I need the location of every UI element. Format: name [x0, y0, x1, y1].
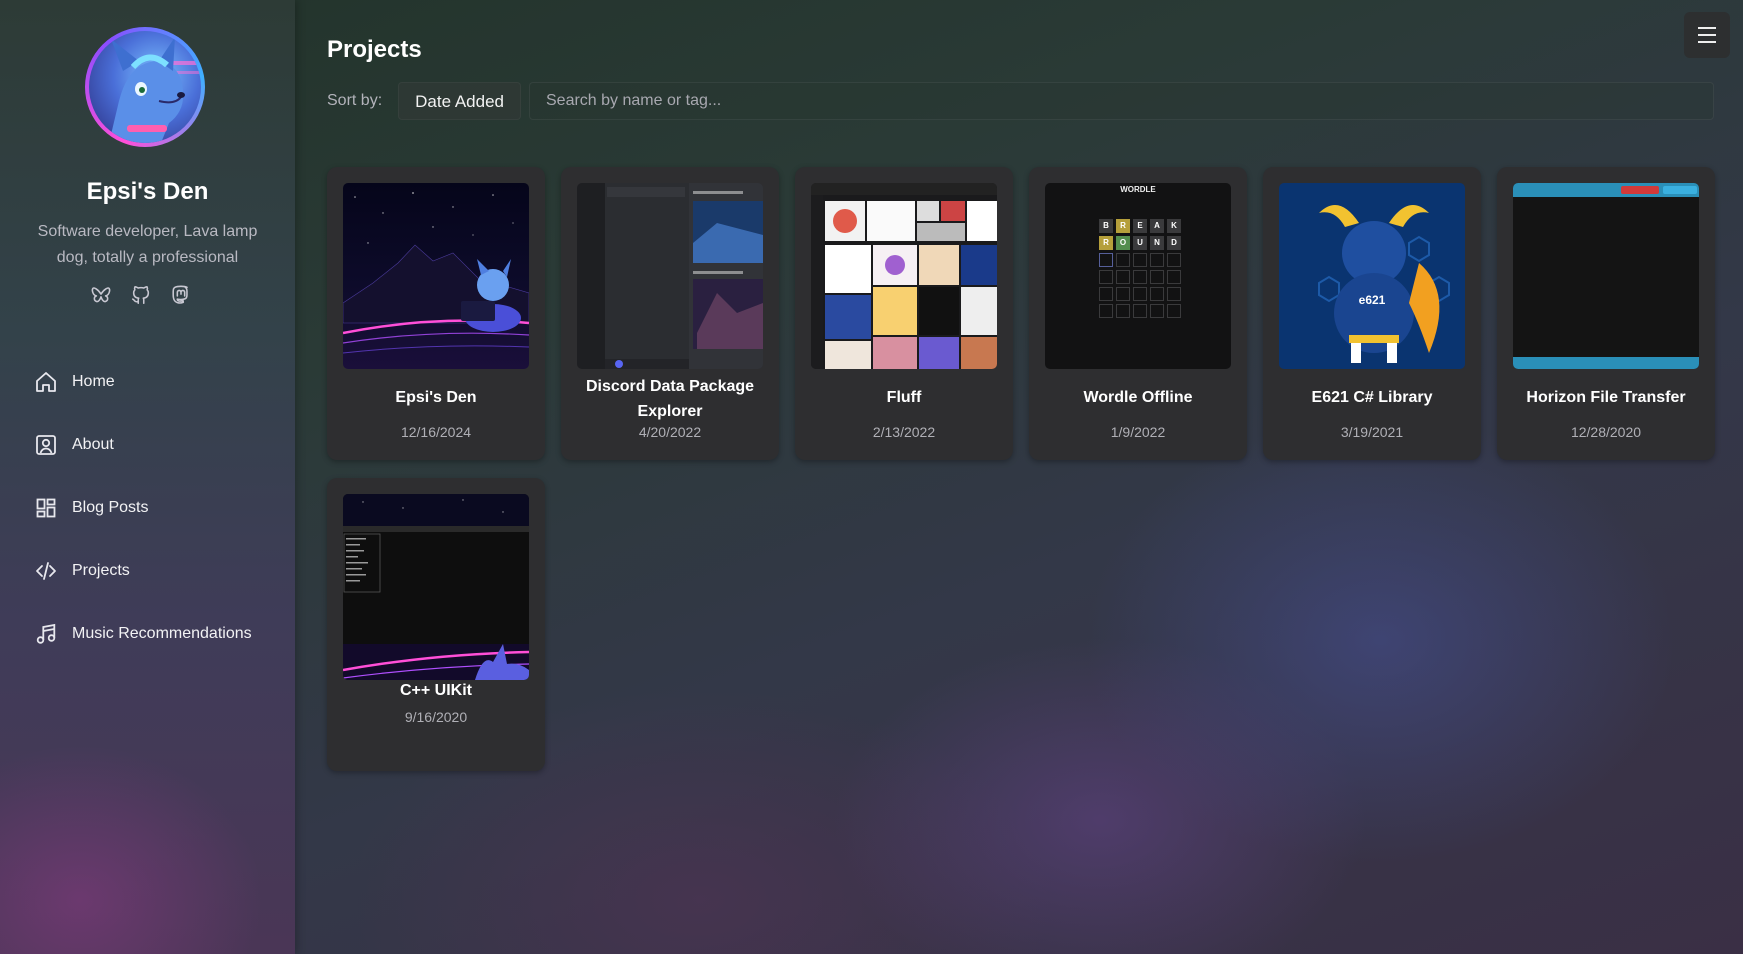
sidebar-item-home[interactable]: Home	[34, 350, 252, 413]
menu-icon-bar	[1698, 27, 1716, 29]
hamburger-menu-button[interactable]	[1684, 12, 1730, 58]
sidebar-item-about[interactable]: About	[34, 413, 252, 476]
mastodon-icon[interactable]	[170, 284, 192, 306]
wordle-tile: U	[1133, 236, 1147, 250]
site-description: Software developer, Lava lamp dog, total…	[37, 223, 258, 266]
code-icon	[36, 561, 56, 580]
wordle-tile: R	[1099, 236, 1113, 250]
avatar-image	[89, 31, 201, 143]
menu-icon-bar	[1698, 34, 1716, 36]
project-date: 12/28/2020	[1570, 424, 1642, 440]
wordle-tile: A	[1150, 219, 1164, 233]
project-thumbnail	[343, 494, 529, 680]
project-date: 4/20/2022	[638, 424, 702, 440]
avatar[interactable]	[85, 27, 205, 147]
sidebar-item-projects[interactable]: Projects	[34, 539, 252, 602]
wordle-tile: O	[1116, 236, 1130, 250]
project-thumbnail: e621	[1279, 183, 1465, 369]
project-thumbnail	[343, 183, 529, 369]
user-portrait-icon	[36, 434, 56, 455]
project-card[interactable]: Discord Data Package Explorer 4/20/2022	[561, 167, 779, 460]
wordle-tile: B	[1099, 219, 1113, 233]
sidebar-item-label: Projects	[72, 561, 130, 579]
project-title: C++ UIKit	[399, 682, 472, 699]
sidebar-item-music-recommendations[interactable]: Music Recommendations	[34, 602, 252, 665]
project-thumbnail	[1513, 183, 1699, 369]
sidebar-nav: Home About Blog Posts Projects Music Rec…	[34, 350, 252, 665]
sidebar-item-label: About	[72, 435, 114, 453]
page-title: Projects	[327, 36, 422, 63]
sidebar-item-label: Blog Posts	[72, 498, 149, 516]
project-title: Wordle Offline	[1083, 389, 1193, 406]
project-card[interactable]: Epsi's Den 12/16/2024	[327, 167, 545, 460]
project-title: Discord Data Package Explorer	[585, 378, 755, 420]
github-icon[interactable]	[130, 284, 152, 306]
project-date: 1/9/2022	[1110, 424, 1166, 440]
sort-label: Sort by:	[327, 92, 383, 109]
project-title: Horizon File Transfer	[1526, 389, 1686, 406]
social-links	[90, 284, 192, 306]
project-date: 2/13/2022	[872, 424, 936, 440]
wordle-tile: N	[1150, 236, 1164, 250]
wordle-tile: K	[1167, 219, 1181, 233]
project-thumbnail: WORDLE B R E A K R O U N D	[1045, 183, 1231, 369]
e621-logo-text: e621	[1358, 293, 1386, 307]
project-card[interactable]: Horizon File Transfer 12/28/2020	[1497, 167, 1715, 460]
project-card[interactable]: Fluff 2/13/2022	[795, 167, 1013, 460]
sidebar: Epsi's Den Software developer, Lava lamp…	[0, 0, 295, 954]
sidebar-item-label: Music Recommendations	[72, 624, 252, 642]
wordle-grid: B R E A K R O U N D	[1099, 219, 1181, 250]
search-input[interactable]	[529, 82, 1714, 120]
project-date: 3/19/2021	[1340, 424, 1404, 440]
music-note-icon	[36, 623, 56, 644]
site-title: Epsi's Den	[86, 178, 209, 205]
project-card[interactable]: e621 E621 C# Library 3/19/2021	[1263, 167, 1481, 460]
wordle-tile: D	[1167, 236, 1181, 250]
butterfly-icon[interactable]	[90, 284, 112, 306]
sidebar-item-label: Home	[72, 372, 115, 390]
sort-bar: Sort by: Date Added	[327, 82, 521, 120]
grid-icon	[36, 498, 56, 517]
project-title: Fluff	[886, 389, 922, 406]
project-title: E621 C# Library	[1311, 389, 1433, 406]
sort-select[interactable]: Date Added	[398, 82, 521, 120]
project-date: 9/16/2020	[404, 709, 468, 725]
wordle-tile: E	[1133, 219, 1147, 233]
project-title: Epsi's Den	[395, 389, 477, 406]
project-date: 12/16/2024	[400, 424, 472, 440]
project-card[interactable]: C++ UIKit 9/16/2020	[327, 478, 545, 771]
menu-icon-bar	[1698, 41, 1716, 43]
project-card[interactable]: WORDLE B R E A K R O U N D Wordle Offlin…	[1029, 167, 1247, 460]
wordle-tile: R	[1116, 219, 1130, 233]
sidebar-item-blog-posts[interactable]: Blog Posts	[34, 476, 252, 539]
wordle-header: WORDLE	[1120, 185, 1156, 194]
project-thumbnail	[577, 183, 763, 369]
home-icon	[36, 371, 56, 392]
project-thumbnail	[811, 183, 997, 369]
